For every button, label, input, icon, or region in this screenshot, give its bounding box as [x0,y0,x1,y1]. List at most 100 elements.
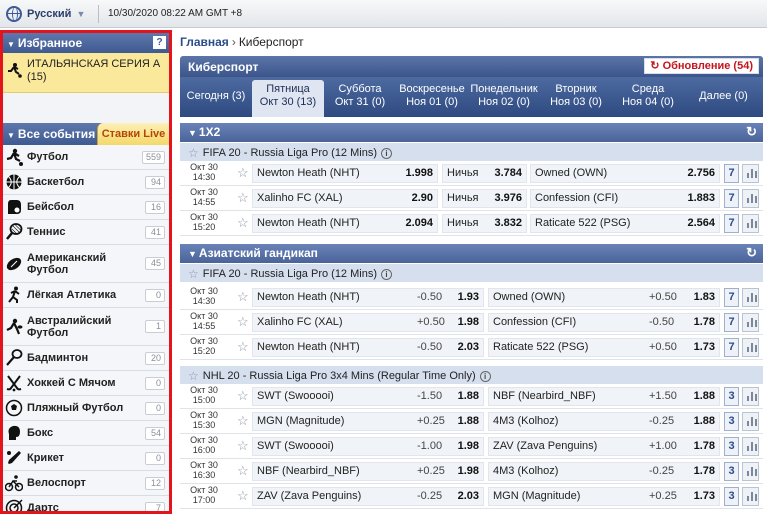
day-tab[interactable]: Сегодня (3) [180,77,252,117]
star-icon[interactable]: ☆ [237,339,249,355]
more-markets-button[interactable]: 7 [724,214,739,233]
stats-chart-icon[interactable] [742,487,759,506]
star-icon[interactable]: ☆ [188,369,199,383]
more-markets-button[interactable]: 7 [724,189,739,208]
sidebar-sport-item[interactable]: Лёгкая Атлетика 0 [3,283,169,308]
favorite-item[interactable]: ИТАЛЬЯНСКАЯ СЕРИЯ А (15) [3,53,169,93]
draw-odds-button[interactable]: Ничья 3.976 [442,189,527,208]
star-icon[interactable]: ☆ [237,314,249,330]
home-odds-button[interactable]: SWT (Swooooi) -1.50 1.88 [252,387,484,406]
sidebar-sport-item[interactable]: Пляжный Футбол 0 [3,396,169,421]
day-tab[interactable]: Вторник Ноя 03 (0) [540,77,612,117]
stats-chart-icon[interactable] [742,338,759,357]
refresh-icon[interactable]: ↻ [746,124,757,140]
away-odds-button[interactable]: ZAV (Zava Penguins) +1.00 1.78 [488,437,720,456]
stats-chart-icon[interactable] [742,412,759,431]
away-odds-button[interactable]: Raticate 522 (PSG) 2.564 [530,214,720,233]
all-events-header[interactable]: ▼ Все события Ставки Live [3,123,169,145]
stats-chart-icon[interactable] [742,462,759,481]
star-icon[interactable]: ☆ [237,438,249,454]
info-icon[interactable]: i [479,370,491,382]
star-icon[interactable]: ☆ [188,146,199,160]
away-odds-button[interactable]: Confession (CFI) -0.50 1.78 [488,313,720,332]
sidebar-sport-item[interactable]: Бейсбол 16 [3,195,169,220]
draw-odds-button[interactable]: Ничья 3.832 [442,214,527,233]
more-markets-button[interactable]: 7 [724,164,739,183]
stats-chart-icon[interactable] [742,313,759,332]
breadcrumb: Главная › Киберспорт [180,35,304,49]
home-odds-button[interactable]: Newton Heath (NHT) 2.094 [252,214,438,233]
home-odds-button[interactable]: Newton Heath (NHT) -0.50 1.93 [252,288,484,307]
more-markets-button[interactable]: 3 [724,437,739,456]
home-odds-button[interactable]: Xalinho FC (XAL) +0.50 1.98 [252,313,484,332]
sidebar-sport-item[interactable]: Теннис 41 [3,220,169,245]
home-odds-button[interactable]: NBF (Nearbird_NBF) +0.25 1.98 [252,462,484,481]
star-icon[interactable]: ☆ [237,190,249,206]
star-icon[interactable]: ☆ [237,388,249,404]
away-odds-button[interactable]: Owned (OWN) 2.756 [530,164,720,183]
sidebar-sport-item[interactable]: Футбол 559 [3,145,169,170]
match-date: Окт 30 [190,162,218,172]
stats-chart-icon[interactable] [742,288,759,307]
home-odds-button[interactable]: Newton Heath (NHT) 1.998 [252,164,438,183]
stats-chart-icon[interactable] [742,164,759,183]
more-markets-button[interactable]: 7 [724,338,739,357]
sidebar-sport-item[interactable]: Хоккей С Мячом 0 [3,371,169,396]
live-bets-tab[interactable]: Ставки Live [97,123,169,145]
day-tab[interactable]: Понедельник Ноя 02 (0) [468,77,540,117]
info-icon[interactable]: i [381,147,392,159]
away-odds-button[interactable]: MGN (Magnitude) +0.25 1.73 [488,487,720,506]
breadcrumb-home-link[interactable]: Главная [180,35,229,49]
more-markets-button[interactable]: 3 [724,487,739,506]
away-odds-button[interactable]: NBF (Nearbird_NBF) +1.50 1.88 [488,387,720,406]
day-tab[interactable]: Среда Ноя 04 (0) [612,77,684,117]
sidebar-sport-item[interactable]: Австралийский Футбол 1 [3,308,169,346]
more-markets-button[interactable]: 3 [724,462,739,481]
star-icon[interactable]: ☆ [237,215,249,231]
star-icon[interactable]: ☆ [237,165,249,181]
star-icon[interactable]: ☆ [188,267,199,281]
star-icon[interactable]: ☆ [237,488,249,504]
market-header[interactable]: ▼ Азиатский гандикап ↻ [180,244,763,263]
sidebar-sport-item[interactable]: Дартс 7 [3,496,169,511]
stats-chart-icon[interactable] [742,214,759,233]
language-selector[interactable]: Русский ▼ [6,6,85,22]
star-icon[interactable]: ☆ [237,463,249,479]
day-tab[interactable]: Далее (0) [684,77,763,117]
more-markets-button[interactable]: 7 [724,288,739,307]
away-odds-button[interactable]: Owned (OWN) +0.50 1.83 [488,288,720,307]
stats-chart-icon[interactable] [742,189,759,208]
away-odds-button[interactable]: 4M3 (Kolhoz) -0.25 1.88 [488,412,720,431]
day-tab[interactable]: Суббота Окт 31 (0) [324,77,396,117]
sidebar-sport-item[interactable]: Крикет 0 [3,446,169,471]
home-odds-button[interactable]: Newton Heath (NHT) -0.50 2.03 [252,338,484,357]
more-markets-button[interactable]: 3 [724,387,739,406]
home-odds-button[interactable]: ZAV (Zava Penguins) -0.25 2.03 [252,487,484,506]
home-odds-button[interactable]: MGN (Magnitude) +0.25 1.88 [252,412,484,431]
stats-chart-icon[interactable] [742,387,759,406]
sidebar-sport-item[interactable]: Велоспорт 12 [3,471,169,496]
sidebar-sport-item[interactable]: Американский Футбол 45 [3,245,169,283]
sidebar-sport-item[interactable]: Бокс 54 [3,421,169,446]
away-odds-button[interactable]: Raticate 522 (PSG) +0.50 1.73 [488,338,720,357]
home-odds-button[interactable]: SWT (Swooooi) -1.00 1.98 [252,437,484,456]
info-icon[interactable]: i [381,268,392,280]
sidebar-sport-item[interactable]: Баскетбол 94 [3,170,169,195]
away-odds-button[interactable]: 4M3 (Kolhoz) -0.25 1.78 [488,462,720,481]
refresh-icon[interactable]: ↻ [746,245,757,261]
more-markets-button[interactable]: 7 [724,313,739,332]
day-tab[interactable]: Воскресенье Ноя 01 (0) [396,77,468,117]
star-icon[interactable]: ☆ [237,413,249,429]
away-odds-button[interactable]: Confession (CFI) 1.883 [530,189,720,208]
home-odds-button[interactable]: Xalinho FC (XAL) 2.90 [252,189,438,208]
help-icon[interactable]: ? [153,36,166,49]
star-icon[interactable]: ☆ [237,289,249,305]
market-header[interactable]: ▼ 1X2 ↻ [180,123,763,142]
stats-chart-icon[interactable] [742,437,759,456]
sidebar-sport-item[interactable]: Бадминтон 20 [3,346,169,371]
draw-odds-button[interactable]: Ничья 3.784 [442,164,527,183]
refresh-button[interactable]: ↻ Обновление (54) [644,58,759,74]
favorites-header[interactable]: ▼ Избранное ? [3,33,169,53]
more-markets-button[interactable]: 3 [724,412,739,431]
day-tab[interactable]: Пятница Окт 30 (13) [252,80,324,117]
